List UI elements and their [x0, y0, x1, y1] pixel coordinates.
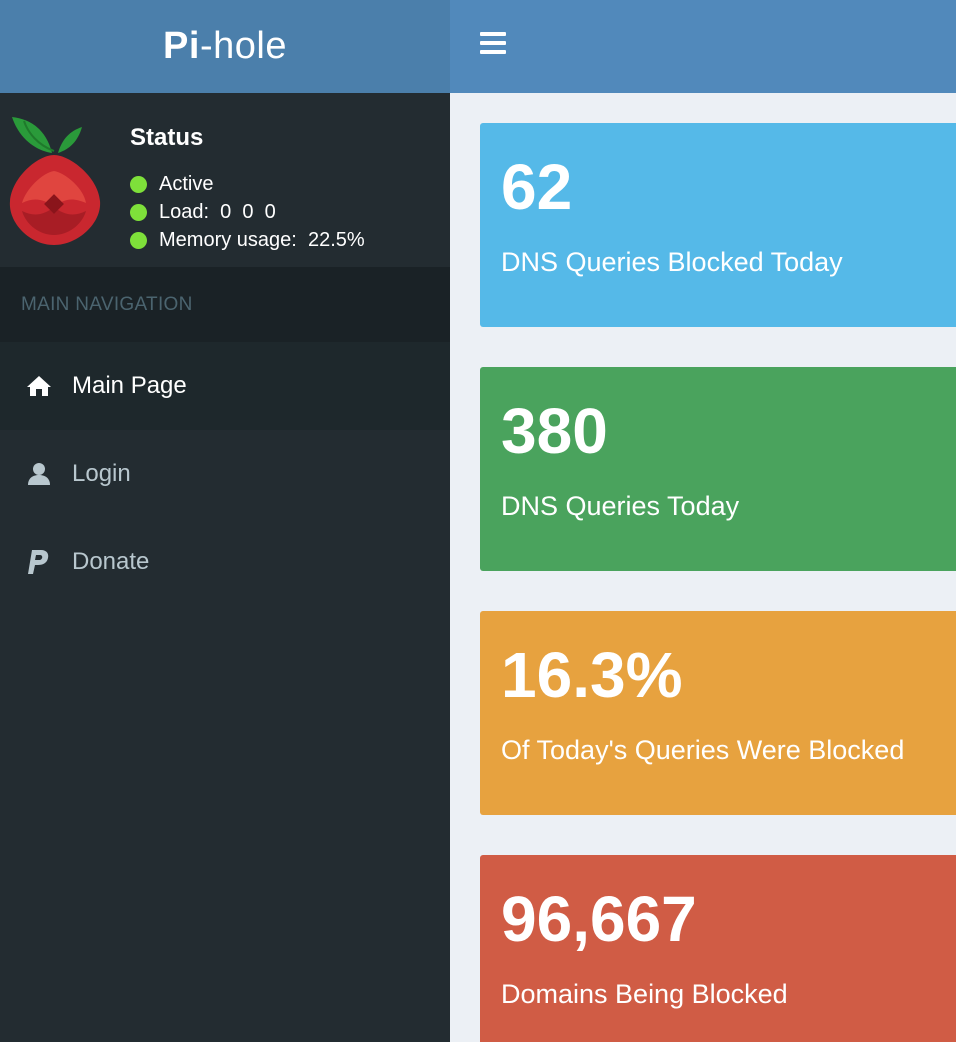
- stat-value: 96,667: [501, 883, 697, 955]
- stat-box-percent-blocked: 16.3% Of Today's Queries Were Blocked: [480, 611, 956, 815]
- sidebar-item-donate[interactable]: Donate: [0, 518, 450, 606]
- top-navbar: [450, 0, 956, 93]
- status-indicator-icon: [130, 176, 147, 193]
- stat-value: 62: [501, 151, 573, 223]
- status-memory-text: Memory usage: 22.5%: [159, 229, 365, 251]
- status-panel: Status Active Load: 0 0 0 Memory usage: …: [0, 93, 450, 267]
- sidebar-item-main-page[interactable]: Main Page: [0, 342, 450, 430]
- stat-label: DNS Queries Blocked Today: [501, 247, 843, 277]
- status-indicator-icon: [130, 232, 147, 249]
- pihole-logo-icon: [9, 117, 101, 245]
- logo-bold-text: Pi: [163, 25, 200, 67]
- status-active: Active: [130, 173, 213, 196]
- page: Pi -hole Status Active Load: 0 0 0 Memor…: [0, 0, 956, 1042]
- stat-value: 380: [501, 395, 608, 467]
- stat-label: DNS Queries Today: [501, 491, 740, 521]
- status-active-text: Active: [159, 173, 214, 195]
- home-icon: [26, 373, 52, 399]
- sidebar: Status Active Load: 0 0 0 Memory usage: …: [0, 93, 450, 1042]
- status-load-text: Load: 0 0 0: [159, 201, 276, 223]
- app-logo[interactable]: Pi -hole: [0, 0, 450, 93]
- logo-rest-text: -hole: [199, 25, 287, 67]
- sidebar-item-login[interactable]: Login: [0, 430, 450, 518]
- menu-icon: [480, 32, 506, 54]
- stat-box-queries-today: 380 DNS Queries Today: [480, 367, 956, 571]
- sidebar-item-label: Donate: [72, 548, 150, 575]
- sidebar-item-label: Main Page: [72, 372, 187, 399]
- status-title: Status: [130, 124, 204, 151]
- nav-header: MAIN NAVIGATION: [0, 267, 450, 342]
- stat-label: Domains Being Blocked: [501, 979, 788, 1009]
- user-icon: [26, 461, 52, 487]
- stat-value: 16.3%: [501, 639, 683, 711]
- status-memory: Memory usage: 22.5%: [130, 229, 365, 252]
- status-load: Load: 0 0 0: [130, 201, 276, 224]
- paypal-icon: [26, 549, 52, 575]
- stat-label: Of Today's Queries Were Blocked: [501, 735, 905, 765]
- sidebar-toggle-button[interactable]: [480, 32, 506, 56]
- status-indicator-icon: [130, 204, 147, 221]
- stat-box-queries-blocked: 62 DNS Queries Blocked Today: [480, 123, 956, 327]
- stat-box-domains-blocked: 96,667 Domains Being Blocked: [480, 855, 956, 1042]
- sidebar-item-label: Login: [72, 460, 131, 487]
